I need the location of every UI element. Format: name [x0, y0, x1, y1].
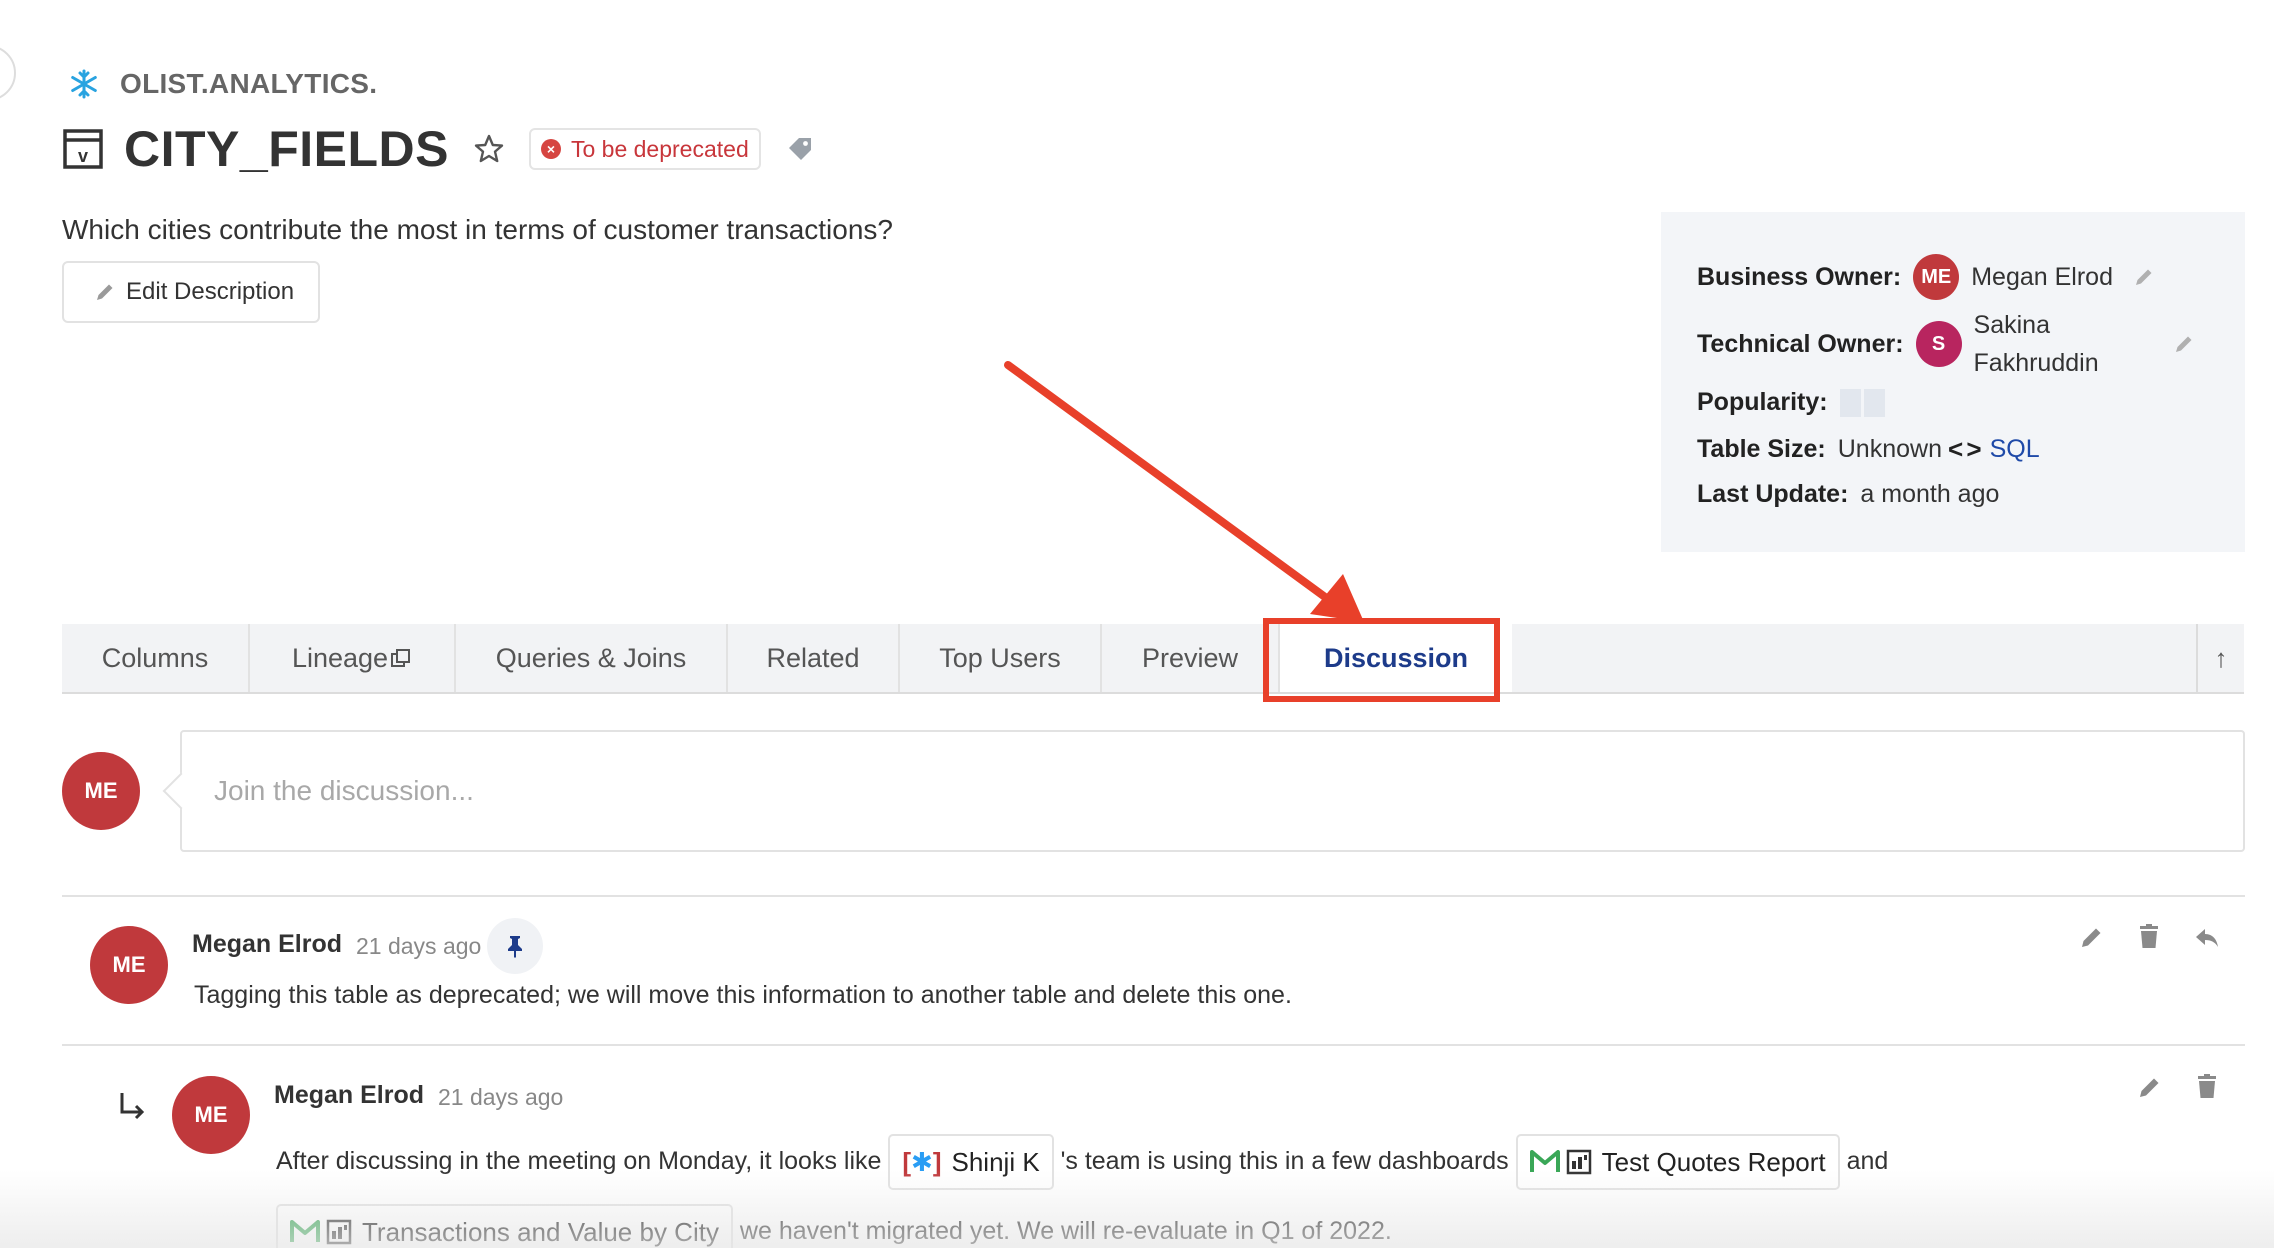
comment-text: After discussing in the meeting on Monda… [276, 1126, 2176, 1248]
star-icon[interactable] [473, 133, 505, 165]
popularity-bars [1839, 388, 1885, 417]
avatar[interactable]: S [1915, 321, 1962, 367]
tab-preview[interactable]: Preview [1102, 624, 1280, 692]
edge-handle[interactable] [0, 45, 16, 101]
tab-label: Queries & Joins [495, 642, 687, 673]
mention-user-name: Shinji K [951, 1147, 1040, 1178]
table-size-row: Table Size: Unknown < > SQL [1697, 434, 2040, 465]
status-badge-label: To be deprecated [570, 135, 749, 162]
comment-text-part: After discussing in the meeting on Monda… [276, 1147, 882, 1175]
edit-description-label: Edit Description [126, 278, 295, 305]
tab-related[interactable]: Related [728, 624, 900, 692]
dashboard-icon [290, 1219, 352, 1245]
tab-queries-joins[interactable]: Queries & Joins [456, 624, 728, 692]
scroll-up-button[interactable]: ↑ [2196, 624, 2244, 692]
page-title: CITY_FIELDS [124, 121, 449, 177]
dashboard-chip[interactable]: Test Quotes Report [1515, 1134, 1840, 1191]
tag-icon[interactable] [785, 134, 815, 164]
business-owner-name[interactable]: Megan Elrod [1971, 263, 2113, 292]
last-update-value: a month ago [1860, 480, 2000, 508]
divider [62, 1044, 2245, 1046]
edit-pencil-icon[interactable] [2136, 1075, 2162, 1101]
tab-label: Columns [101, 642, 209, 673]
tab-label: Preview [1141, 642, 1239, 673]
tab-label: Lineage [291, 642, 389, 673]
reply-arrow-icon [120, 1093, 145, 1120]
tab-top-users[interactable]: Top Users [900, 624, 1102, 692]
tab-bar: Columns Lineage Queries & Joins Related … [62, 624, 2244, 694]
divider [62, 895, 2245, 897]
avatar: ME [62, 752, 140, 830]
svg-text:v: v [78, 146, 88, 166]
comment-timestamp: 21 days ago [438, 1084, 564, 1110]
edit-owner-pencil-icon[interactable] [2173, 333, 2195, 355]
reply-icon[interactable] [2194, 925, 2220, 951]
last-update-row: Last Update: a month ago [1697, 480, 1999, 509]
comment-timestamp: 21 days ago [356, 933, 482, 959]
pin-icon [508, 936, 522, 958]
avatar[interactable]: ME [1913, 254, 1960, 300]
pencil-icon [97, 284, 113, 300]
status-badge[interactable]: × To be deprecated [528, 128, 761, 170]
dashboard-chip[interactable]: Transactions and Value by City [276, 1204, 733, 1248]
user-mention-icon: [✱] [902, 1147, 942, 1178]
tab-columns[interactable]: Columns [62, 624, 250, 692]
technical-owner-name[interactable]: Sakina Fakhruddin [1974, 306, 2099, 382]
dashboard-icon [1529, 1149, 1592, 1175]
table-size-label: Table Size: [1697, 435, 1826, 463]
comment-text-part: and [1846, 1147, 1889, 1175]
annotation-highlight-box [1263, 618, 1500, 702]
comment-text-part: 's team is using this in a few dashboard… [1060, 1147, 1509, 1175]
table-description: Which cities contribute the most in term… [62, 214, 893, 245]
delete-trash-icon[interactable] [2194, 1073, 2220, 1099]
discussion-input[interactable]: Join the discussion... [180, 730, 2245, 852]
avatar[interactable]: ME [90, 926, 168, 1004]
sql-link[interactable]: SQL [1990, 435, 2040, 464]
comment-author[interactable]: Megan Elrod [274, 1081, 424, 1110]
avatar[interactable]: ME [172, 1076, 250, 1154]
external-window-icon [391, 649, 411, 667]
dashboard-name: Transactions and Value by City [362, 1217, 719, 1248]
user-mention-chip[interactable]: [✱] Shinji K [888, 1134, 1054, 1191]
edit-owner-pencil-icon[interactable] [2133, 266, 2155, 288]
dashboard-name: Test Quotes Report [1601, 1147, 1826, 1178]
last-update-label: Last Update: [1697, 480, 1849, 508]
table-size-value: Unknown [1837, 435, 1942, 463]
popularity-row: Popularity: [1697, 388, 1885, 417]
comment-text-part: we haven't migrated yet. We will re-eval… [739, 1217, 1392, 1245]
business-owner-label: Business Owner: [1697, 262, 1902, 291]
technical-owner-first-name: Sakina [1973, 311, 2050, 339]
technical-owner-row: Technical Owner: S Sakina Fakhruddin [1697, 306, 2195, 382]
delete-trash-icon[interactable] [2136, 923, 2162, 949]
comment-text: Tagging this table as deprecated; we wil… [194, 981, 1292, 1009]
breadcrumb: OLIST.ANALYTICS. [68, 68, 377, 100]
tab-lineage[interactable]: Lineage [250, 624, 456, 692]
edit-pencil-icon[interactable] [2078, 925, 2104, 951]
pin-button[interactable] [487, 918, 543, 974]
technical-owner-last-name: Fakhruddin [1973, 349, 2099, 377]
schema-name[interactable]: OLIST.ANALYTICS. [120, 68, 377, 100]
tab-label: Top Users [939, 642, 1061, 673]
view-table-icon: v [63, 129, 103, 169]
owner-panel: Business Owner: ME Megan Elrod Technical… [1661, 212, 2245, 552]
tab-label: Related [766, 642, 860, 673]
business-owner-row: Business Owner: ME Megan Elrod [1697, 254, 2155, 300]
close-circle-icon: × [540, 139, 561, 159]
technical-owner-label: Technical Owner: [1697, 329, 1904, 358]
popularity-label: Popularity: [1697, 388, 1828, 416]
code-icon: < > [1947, 434, 1982, 464]
comment-author[interactable]: Megan Elrod [192, 930, 342, 959]
snowflake-icon [71, 69, 97, 99]
title-row: v CITY_FIELDS × To be deprecated [62, 120, 815, 178]
edit-description-button[interactable]: Edit Description [62, 261, 320, 323]
